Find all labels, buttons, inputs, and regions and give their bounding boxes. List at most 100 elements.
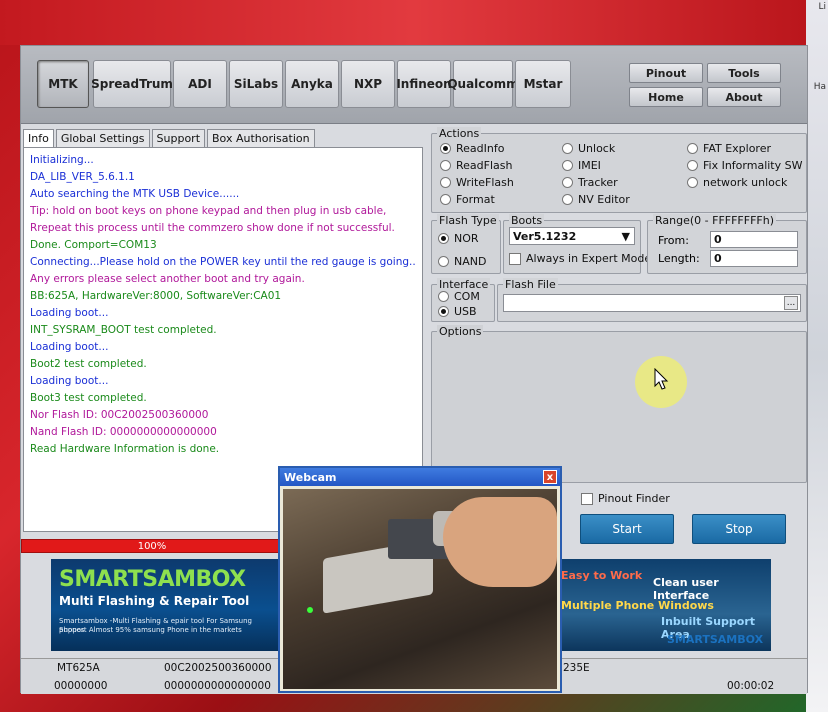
progress-label: 100% [137, 540, 167, 552]
from-input[interactable]: 0 [710, 231, 798, 248]
pinout-button[interactable]: Pinout [629, 63, 703, 83]
about-button[interactable]: About [707, 87, 781, 107]
progress-bar: 100% [21, 539, 283, 553]
tab-anyka[interactable]: Anyka [285, 60, 339, 108]
webcam-titlebar[interactable]: Webcam x [280, 468, 560, 486]
tab-support[interactable]: Support [151, 129, 206, 147]
radio-dot [440, 160, 451, 171]
flash-file-group: Flash File ... [497, 278, 807, 322]
tab-spreadtrum[interactable]: SpreadTrum [91, 60, 173, 108]
edge-text-1: Li [818, 2, 826, 12]
edge-text-2: Ha [813, 82, 826, 92]
radio-format[interactable]: Format [440, 193, 495, 206]
log-line: Nor Flash ID: 00C2002500360000 [30, 409, 209, 421]
radio-nand[interactable]: NAND [438, 255, 486, 268]
radio-label: FAT Explorer [703, 142, 772, 155]
tab-silabs[interactable]: SiLabs [229, 60, 283, 108]
checkbox-box [581, 492, 593, 505]
radio-dot [438, 233, 449, 244]
log-line: Nand Flash ID: 0000000000000000 [30, 426, 217, 438]
radio-usb[interactable]: USB [438, 305, 477, 318]
radio-readflash[interactable]: ReadFlash [440, 159, 512, 172]
interface-group: Interface COM USB [431, 278, 495, 322]
radio-writeflash[interactable]: WriteFlash [440, 176, 514, 189]
log-line: Connecting...Please hold on the POWER ke… [30, 256, 416, 268]
banner-logo: SMARTSAMBOX [59, 567, 246, 592]
radio-label: NOR [454, 232, 479, 245]
tools-button[interactable]: Tools [707, 63, 781, 83]
close-icon[interactable]: x [543, 470, 557, 484]
led-indicator [307, 607, 313, 613]
radio-dot [562, 160, 573, 171]
info-tabs: Info Global Settings Support Box Authori… [23, 129, 317, 147]
status-chip: MT625A [57, 662, 100, 674]
radio-dot [438, 256, 449, 267]
stop-button[interactable]: Stop [692, 514, 786, 544]
options-legend: Options [437, 325, 484, 338]
tab-adi[interactable]: ADI [173, 60, 227, 108]
tab-mstar[interactable]: Mstar [515, 60, 571, 108]
radio-network-unlock[interactable]: network unlock [687, 176, 787, 189]
tab-mtk[interactable]: MTK [37, 60, 89, 108]
browse-button[interactable]: ... [784, 296, 798, 310]
log-line: Any errors please select another boot an… [30, 273, 305, 285]
log-line: Loading boot... [30, 341, 109, 353]
log-line: Boot3 test completed. [30, 392, 147, 404]
home-button[interactable]: Home [629, 87, 703, 107]
tab-infineon[interactable]: Infineon [396, 60, 452, 108]
flash-file-legend: Flash File [503, 278, 558, 291]
flash-file-input[interactable]: ... [503, 294, 801, 312]
log-line: Tip: hold on boot keys on phone keypad a… [30, 205, 387, 217]
range-group: Range(0 - FFFFFFFFh) From: 0 Length: 0 [647, 214, 807, 274]
mouse-pointer-icon [654, 368, 669, 390]
radio-label: USB [454, 305, 477, 318]
radio-nv-editor[interactable]: NV Editor [562, 193, 630, 206]
radio-readinfo[interactable]: ReadInfo [440, 142, 504, 155]
radio-fix-informality[interactable]: Fix Informality SW [687, 159, 802, 172]
radio-fat-explorer[interactable]: FAT Explorer [687, 142, 771, 155]
tab-qualcomm[interactable]: Qualcomm [447, 60, 519, 108]
actions-legend: Actions [437, 127, 482, 140]
boots-legend: Boots [509, 214, 545, 227]
webcam-video-feed [283, 489, 557, 689]
radio-label: Fix Informality SW [703, 159, 803, 172]
log-line: Initializing... [30, 154, 94, 166]
radio-dot [438, 306, 449, 317]
radio-dot [687, 160, 698, 171]
tab-box-authorisation[interactable]: Box Authorisation [207, 129, 315, 147]
checkbox-label: Pinout Finder [598, 492, 670, 505]
right-window-edge: Li Ha [806, 0, 828, 712]
desktop-background [0, 0, 828, 45]
from-label: From: [658, 234, 689, 247]
status-code: 235E [563, 662, 590, 674]
radio-unlock[interactable]: Unlock [562, 142, 615, 155]
radio-dot [562, 194, 573, 205]
boots-value: Ver5.1232 [513, 229, 577, 243]
platform-toolbar: MTK SpreadTrum ADI SiLabs Anyka NXP Infi… [21, 46, 807, 124]
log-line: Read Hardware Information is done. [30, 443, 220, 455]
radio-nor[interactable]: NOR [438, 232, 479, 245]
tab-info[interactable]: Info [23, 129, 54, 147]
radio-label: ReadFlash [456, 159, 513, 172]
log-line: Boot2 test completed. [30, 358, 147, 370]
radio-tracker[interactable]: Tracker [562, 176, 618, 189]
boots-select[interactable]: Ver5.1232 ▼ [509, 227, 635, 245]
start-button[interactable]: Start [580, 514, 674, 544]
radio-label: Format [456, 193, 495, 206]
tab-nxp[interactable]: NXP [341, 60, 395, 108]
hand [443, 497, 557, 587]
pinout-finder-checkbox[interactable]: Pinout Finder [581, 492, 670, 505]
webcam-window[interactable]: Webcam x [278, 466, 562, 693]
actions-group: Actions ReadInfo ReadFlash WriteFlash Fo… [431, 127, 807, 213]
radio-dot [562, 177, 573, 188]
flash-type-group: Flash Type NOR NAND [431, 214, 501, 274]
radio-com[interactable]: COM [438, 290, 480, 303]
length-input[interactable]: 0 [710, 250, 798, 267]
expert-mode-checkbox[interactable]: Always in Expert Mode [509, 252, 651, 265]
status-timer: 00:00:02 [727, 680, 775, 692]
boots-group: Boots Ver5.1232 ▼ Always in Expert Mode [503, 214, 651, 274]
radio-imei[interactable]: IMEI [562, 159, 601, 172]
length-label: Length: [658, 252, 700, 265]
radio-label: COM [454, 290, 480, 303]
tab-global-settings[interactable]: Global Settings [55, 129, 150, 147]
